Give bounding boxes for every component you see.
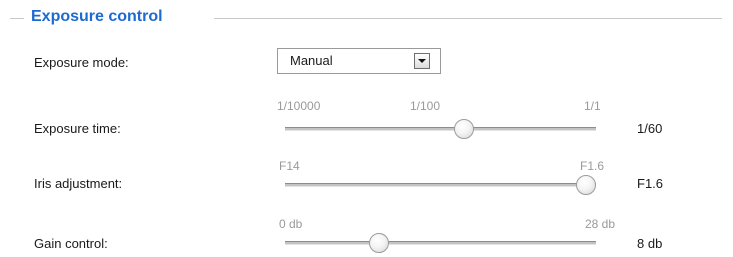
gain-control-label: Gain control: [34, 236, 108, 251]
gain-slider-track[interactable] [285, 241, 596, 245]
exposure-mode-selected-value: Manual [290, 53, 333, 68]
exposure-time-tick-max: 1/1 [584, 99, 601, 113]
iris-slider-thumb[interactable] [576, 175, 596, 195]
exposure-mode-label: Exposure mode: [34, 55, 129, 70]
iris-adjustment-value: F1.6 [637, 176, 664, 191]
section-divider-right [214, 18, 722, 19]
iris-adjustment-label: Iris adjustment: [34, 176, 123, 191]
gain-tick-max: 28 db [585, 217, 616, 231]
iris-tick-max: F1.6 [580, 159, 605, 173]
exposure-time-tick-mid: 1/100 [410, 99, 441, 113]
exposure-mode-select[interactable]: Manual [277, 48, 441, 74]
exposure-time-tick-min: 1/10000 [277, 99, 321, 113]
dropdown-arrow-icon[interactable] [414, 53, 430, 69]
iris-tick-min: F14 [279, 159, 300, 173]
gain-control-value: 8 db [637, 236, 663, 251]
iris-slider-track[interactable] [285, 183, 596, 187]
exposure-time-label: Exposure time: [34, 121, 121, 136]
section-divider-left [10, 18, 24, 19]
exposure-time-slider-thumb[interactable] [453, 119, 474, 139]
gain-tick-min: 0 db [279, 217, 303, 231]
exposure-time-value: 1/60 [637, 121, 663, 136]
exposure-time-slider-track[interactable] [285, 127, 596, 131]
section-title: Exposure control [31, 8, 163, 25]
gain-slider-thumb[interactable] [369, 233, 390, 253]
